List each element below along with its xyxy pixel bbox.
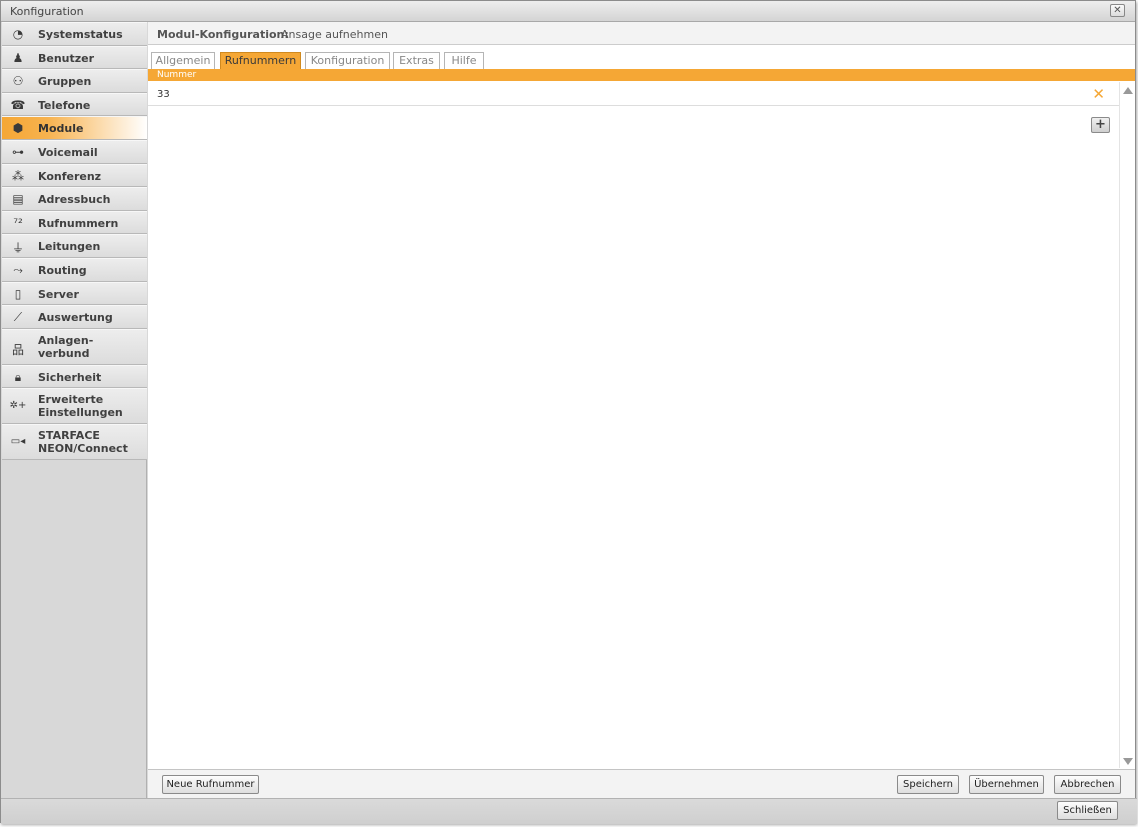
sidebar-item-rufnummern[interactable]: ⁷² Rufnummern <box>2 210 147 235</box>
sidebar-item-label-line1: Anlagen- <box>38 333 94 347</box>
addressbook-icon: ▤ <box>12 192 24 207</box>
tab-bar: Allgemein Rufnummern Konfiguration Extra… <box>148 46 1135 70</box>
group-icon: ⚇ <box>12 74 24 89</box>
phone-icon: ☎ <box>10 97 26 112</box>
table-row[interactable]: 33 ✕ <box>148 82 1119 106</box>
video-camera-icon: ▭◂ <box>10 436 26 448</box>
server-icon: ▯ <box>14 286 22 301</box>
table-header: Nummer <box>148 69 1135 81</box>
sidebar-item-label: Systemstatus <box>38 28 123 41</box>
system-status-icon: ◔ <box>12 27 24 41</box>
module-icon: ⬢ <box>12 121 24 136</box>
network-icon: 品 <box>11 342 24 357</box>
close-button[interactable]: Schließen <box>1057 801 1118 820</box>
save-button[interactable]: Speichern <box>897 775 959 794</box>
voicemail-icon: ⊶ <box>12 144 24 159</box>
configuration-window: Konfiguration ✕ ◔ Systemstatus ♟ Benutze… <box>0 0 1137 824</box>
sidebar-item-label-line1: Erweiterte <box>38 393 104 407</box>
routing-icon: ⤳ <box>13 262 23 277</box>
cancel-button[interactable]: Abbrechen <box>1054 775 1121 794</box>
scroll-up-icon[interactable] <box>1123 87 1133 94</box>
sidebar-item-label: Telefone <box>38 98 91 112</box>
module-header: Modul-Konfiguration: Ansage aufnehmen <box>148 22 1135 45</box>
sidebar-item-label: Leitungen <box>38 240 101 254</box>
sidebar-item-telefone[interactable]: ☎ Telefone <box>2 92 147 117</box>
sidebar-item-voicemail[interactable]: ⊶ Voicemail <box>2 139 147 164</box>
sidebar-item-starface-neon[interactable]: ▭◂ STARFACE NEON/Connect <box>2 424 147 461</box>
sidebar-item-label: Benutzer <box>38 51 95 65</box>
vertical-scrollbar[interactable] <box>1119 82 1135 768</box>
phone-number-value: 33 <box>157 89 170 100</box>
sidebar: ◔ Systemstatus ♟ Benutzer ⚇ Gruppen ☎ Te… <box>2 22 147 798</box>
delete-icon[interactable]: ✕ <box>1092 85 1105 103</box>
apply-button[interactable]: Übernehmen <box>969 775 1044 794</box>
module-header-label: Modul-Konfiguration: <box>157 28 289 41</box>
add-row-button[interactable]: + <box>1091 117 1110 133</box>
footer-bar: Neue Rufnummer Speichern Übernehmen Abbr… <box>148 769 1135 798</box>
tab-hilfe[interactable]: Hilfe <box>444 52 484 70</box>
advanced-settings-icon: ✲+ <box>9 400 27 412</box>
sidebar-item-label: Voicemail <box>38 145 98 159</box>
sidebar-item-label: Adressbuch <box>38 193 111 207</box>
sidebar-item-label: Gruppen <box>38 75 92 89</box>
window-titlebar: Konfiguration ✕ <box>1 1 1135 22</box>
tab-extras[interactable]: Extras <box>393 52 440 70</box>
sidebar-item-auswertung[interactable]: ⟋ Auswertung <box>2 305 147 329</box>
sidebar-item-label: Erweiterte Einstellungen <box>38 393 123 419</box>
sidebar-item-server[interactable]: ▯ Server <box>2 281 147 306</box>
sidebar-item-konferenz[interactable]: ⁂ Konferenz <box>2 163 147 188</box>
sidebar-item-module[interactable]: ⬢ Module <box>2 116 147 140</box>
sidebar-item-label: Module <box>38 122 84 136</box>
scroll-down-icon[interactable] <box>1123 758 1133 765</box>
new-number-button[interactable]: Neue Rufnummer <box>162 775 259 794</box>
sidebar-item-erweiterte-einstellungen[interactable]: ✲+ Erweiterte Einstellungen <box>2 388 147 425</box>
window-title: Konfiguration <box>10 5 84 18</box>
sidebar-item-label-line1: STARFACE <box>38 429 100 443</box>
sidebar-item-label: Rufnummern <box>38 216 119 230</box>
sidebar-item-label: Konferenz <box>38 169 102 183</box>
sidebar-item-label-line2: Einstellungen <box>38 406 123 420</box>
lines-icon: ⏚ <box>11 241 24 256</box>
sidebar-item-label: Auswertung <box>38 311 113 325</box>
sidebar-item-systemstatus[interactable]: ◔ Systemstatus <box>2 22 147 46</box>
sidebar-item-leitungen[interactable]: ⏚ Leitungen <box>2 234 147 258</box>
conference-icon: ⁂ <box>12 168 24 183</box>
sidebar-item-label-line2: verbund <box>38 346 90 360</box>
tab-allgemein[interactable]: Allgemein <box>151 52 215 70</box>
sidebar-item-routing[interactable]: ⤳ Routing <box>2 257 147 282</box>
sidebar-item-label-line2: NEON/Connect <box>38 442 128 456</box>
sidebar-item-adressbuch[interactable]: ▤ Adressbuch <box>2 187 147 211</box>
tab-rufnummern[interactable]: Rufnummern <box>220 52 301 70</box>
sidebar-item-sicherheit[interactable]: 🔒︎ Sicherheit <box>2 364 147 389</box>
sidebar-item-gruppen[interactable]: ⚇ Gruppen <box>2 69 147 93</box>
chart-icon: ⟋ <box>13 310 23 325</box>
user-icon: ♟ <box>12 50 24 65</box>
sidebar-item-anlagenverbund[interactable]: 品 Anlagen-verbund <box>2 328 147 365</box>
window-bottom-bar: Schließen <box>1 798 1137 824</box>
main-content: Modul-Konfiguration: Ansage aufnehmen Al… <box>148 22 1135 798</box>
sidebar-item-label: STARFACE NEON/Connect <box>38 429 128 455</box>
column-header-nummer: Nummer <box>157 70 197 80</box>
tab-konfiguration[interactable]: Konfiguration <box>305 52 390 70</box>
sidebar-item-label: Anlagen-verbund <box>38 334 93 360</box>
phone-numbers-icon: ⁷² <box>13 215 23 230</box>
module-header-value: Ansage aufnehmen <box>281 28 388 41</box>
sidebar-item-benutzer[interactable]: ♟ Benutzer <box>2 45 147 70</box>
sidebar-item-label: Server <box>38 287 79 301</box>
sidebar-item-label: Routing <box>38 263 87 277</box>
lock-icon: 🔒︎ <box>14 369 22 384</box>
sidebar-item-label: Sicherheit <box>38 370 102 384</box>
window-close-button[interactable]: ✕ <box>1110 4 1125 17</box>
